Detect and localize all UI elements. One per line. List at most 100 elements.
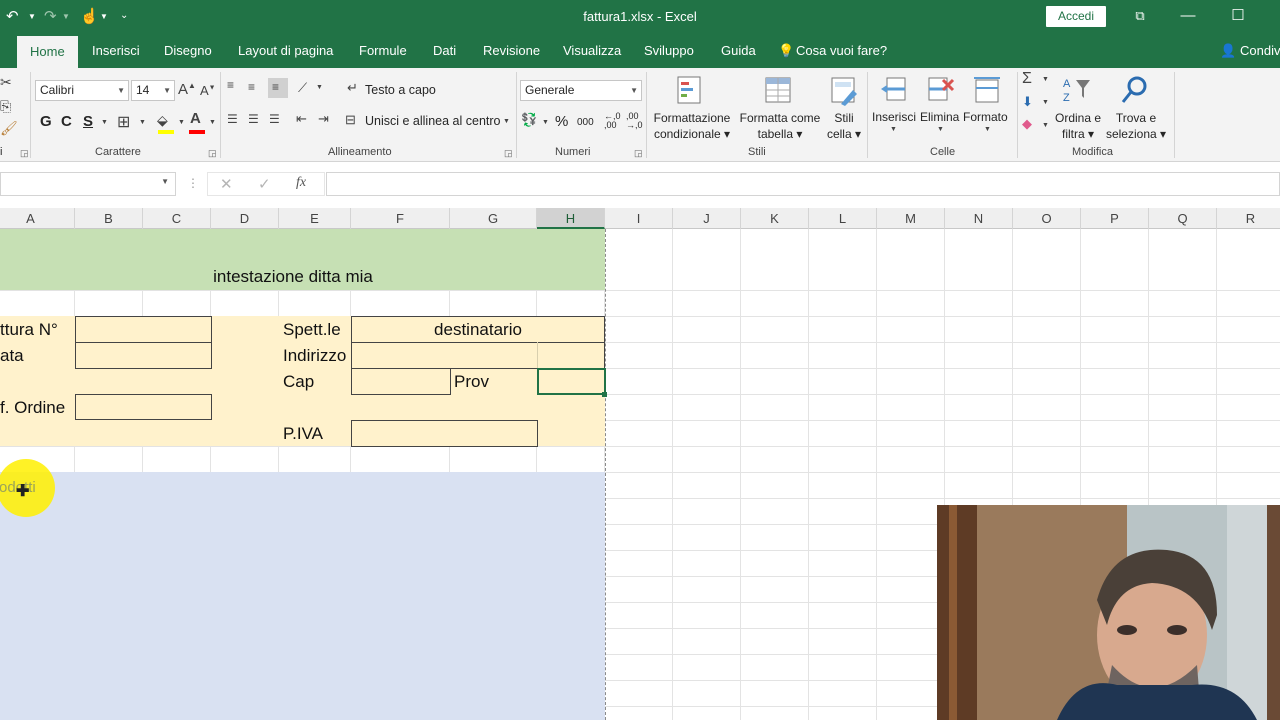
decrease-indent-icon[interactable]: ⇤ [296,111,307,127]
accounting-format-icon[interactable]: 💱 [521,112,537,128]
font-launcher-icon[interactable]: ◲ [208,148,217,159]
column-header-f[interactable]: F [351,208,450,229]
chevron-down-icon[interactable]: ▼ [1042,99,1049,106]
thousands-button[interactable]: 000 [577,117,594,128]
insert-cells-button[interactable]: Inserisci [872,110,916,124]
maximize-button[interactable]: ☐ [1223,4,1253,28]
cancel-icon[interactable]: ✕ [220,175,233,193]
resize-handle-icon[interactable]: ⋮ [187,176,199,190]
chevron-down-icon[interactable]: ▼ [503,118,510,125]
chevron-down-icon[interactable]: ▼ [890,126,897,133]
format-cells-button[interactable]: Formato [963,110,1008,124]
merge-center-button[interactable]: Unisci e allinea al centro [365,114,501,128]
column-header-b[interactable]: B [75,208,143,229]
conditional-format-button[interactable]: Formattazione condizionale ▾ [652,110,732,142]
column-header-o[interactable]: O [1013,208,1081,229]
font-color-icon[interactable]: A [190,110,201,127]
ribbon-display-icon[interactable]: ⧉ [1125,4,1155,28]
signin-button[interactable]: Accedi [1046,6,1106,27]
italic-button[interactable]: C [61,113,72,130]
tab-review[interactable]: Revisione [483,34,540,68]
borders-icon[interactable]: ⊞ [117,112,130,132]
chevron-down-icon[interactable]: ▼ [209,119,216,126]
alignment-launcher-icon[interactable]: ◲ [504,148,513,159]
tab-page-layout[interactable]: Layout di pagina [238,34,333,68]
copy-icon[interactable]: ⎘ [0,98,11,115]
enter-icon[interactable]: ✓ [258,175,271,193]
address-cell[interactable] [351,342,605,369]
order-ref-cell[interactable] [75,394,212,420]
chevron-down-icon[interactable]: ▼ [937,126,944,133]
tab-view[interactable]: Visualizza [563,34,621,68]
align-bottom-button[interactable]: ≡ [268,78,288,98]
chevron-down-icon[interactable]: ▼ [984,126,991,133]
column-header-q[interactable]: Q [1149,208,1217,229]
wrap-text-button[interactable]: Testo a capo [365,83,436,97]
date-cell[interactable] [75,342,212,369]
column-header-j[interactable]: J [673,208,741,229]
column-header-p[interactable]: P [1081,208,1149,229]
column-header-r[interactable]: R [1217,208,1280,229]
cell-styles-button[interactable]: Stili cella ▾ [822,110,866,142]
tab-share[interactable]: Condivi [1240,34,1280,68]
chevron-down-icon[interactable]: ▼ [1042,76,1049,83]
format-as-table-button[interactable]: Formatta come tabella ▾ [737,110,823,142]
column-header-c[interactable]: C [143,208,211,229]
fill-color-icon[interactable]: ⬙ [157,112,168,129]
column-header-d[interactable]: D [211,208,279,229]
increase-indent-icon[interactable]: ⇥ [318,111,329,127]
cut-icon[interactable]: ✂ [0,74,12,91]
column-header-i[interactable]: I [605,208,673,229]
column-header-h[interactable]: H [537,208,605,229]
chevron-down-icon[interactable]: ▼ [101,119,108,126]
wrap-text-icon[interactable]: ↵ [347,80,358,96]
column-header-k[interactable]: K [741,208,809,229]
align-middle-icon[interactable]: ≡ [248,80,255,94]
tab-draw[interactable]: Disegno [164,34,212,68]
chevron-down-icon[interactable]: ▼ [139,119,146,126]
decrease-decimal-icon[interactable]: ,00 →,0 [626,112,643,130]
bold-button[interactable]: G [40,113,52,130]
find-select-button[interactable]: Trova e seleziona ▾ [1104,110,1168,142]
column-header-l[interactable]: L [809,208,877,229]
piva-cell[interactable] [351,420,538,447]
tab-help[interactable]: Guida [721,34,756,68]
number-format-dropdown[interactable]: Generale ▼ [520,80,642,101]
align-left-icon[interactable]: ☰ [227,112,238,126]
decrease-font-icon[interactable]: A▼ [200,83,216,98]
column-header-m[interactable]: M [877,208,945,229]
number-launcher-icon[interactable]: ◲ [634,148,643,159]
chevron-down-icon[interactable]: ▼ [316,84,323,91]
underline-button[interactable]: S [83,113,93,130]
sort-filter-button[interactable]: Ordina e filtra ▾ [1050,110,1106,142]
fill-handle[interactable] [602,392,607,397]
minimize-button[interactable]: — [1173,4,1203,28]
invoice-number-cell[interactable] [75,316,212,343]
name-box[interactable]: ▼ [0,172,176,196]
selected-cell[interactable] [537,368,606,395]
chevron-down-icon[interactable]: ▼ [1042,122,1049,129]
formula-input[interactable] [326,172,1280,196]
tab-insert[interactable]: Inserisci [92,34,140,68]
clipboard-launcher-icon[interactable]: ◲ [20,148,29,159]
align-center-icon[interactable]: ☰ [248,112,259,126]
delete-cells-button[interactable]: Elimina [920,110,959,124]
chevron-down-icon[interactable]: ▼ [542,119,549,126]
insert-function-icon[interactable]: fx [296,175,306,191]
column-header-e[interactable]: E [279,208,351,229]
increase-font-icon[interactable]: A▲ [178,81,196,98]
chevron-down-icon[interactable]: ▼ [178,119,185,126]
tab-data[interactable]: Dati [433,34,456,68]
column-header-g[interactable]: G [450,208,537,229]
fill-down-icon[interactable]: ⬇ [1022,94,1033,110]
percent-button[interactable]: % [555,113,568,130]
tab-developer[interactable]: Sviluppo [644,34,694,68]
increase-decimal-icon[interactable]: ←,0,00 [604,112,621,130]
autosum-icon[interactable]: Σ [1022,70,1032,88]
orientation-icon[interactable]: ⟋ [298,80,307,96]
tell-me-search[interactable]: Cosa vuoi fare? [796,34,887,68]
align-right-icon[interactable]: ☰ [269,112,280,126]
format-painter-icon[interactable]: 🖌 [0,120,18,137]
tab-formulas[interactable]: Formule [359,34,407,68]
merge-center-icon[interactable]: ⊟ [345,112,356,128]
